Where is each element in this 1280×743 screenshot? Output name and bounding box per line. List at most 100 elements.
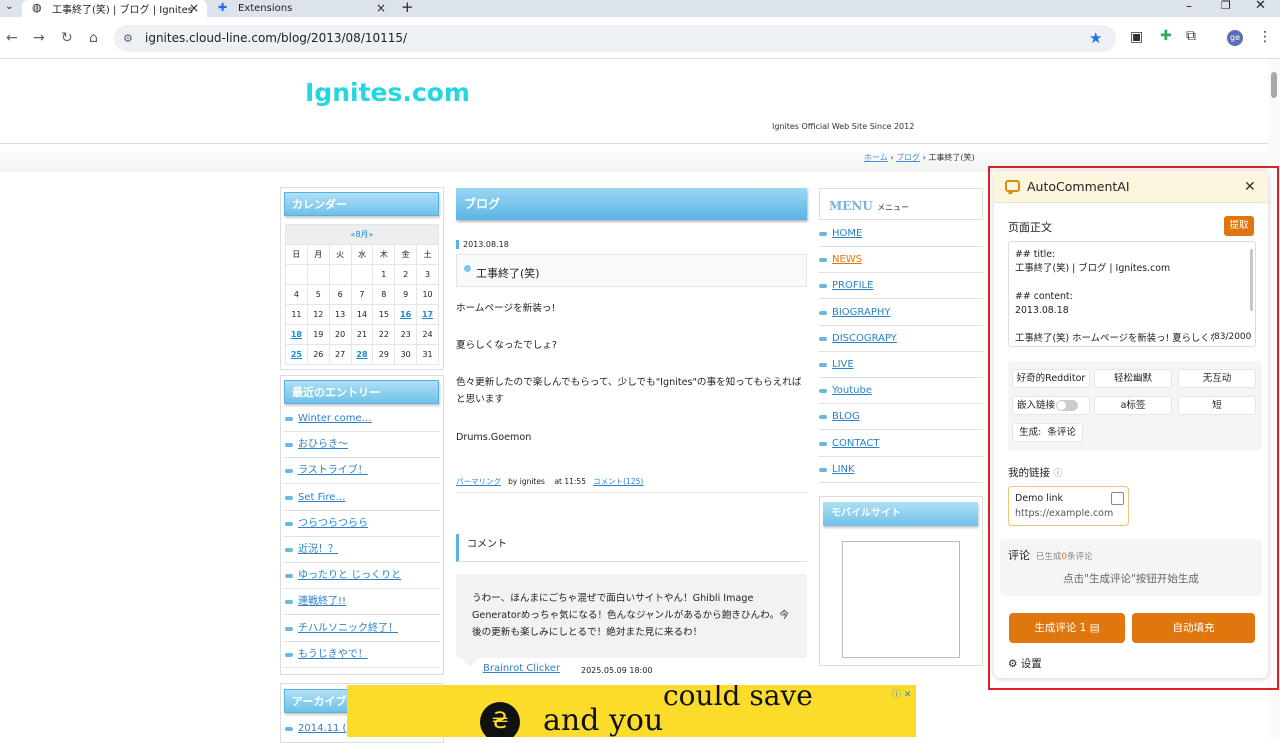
recent-entry-link[interactable]: つらつらつらら — [298, 518, 368, 529]
help-icon[interactable]: ⓘ — [1053, 469, 1062, 479]
recent-entry[interactable]: 連戦終了!! — [284, 589, 440, 616]
tab-blog[interactable]: ◍ 工事終了(笑) | ブログ | Ignites × — [22, 0, 207, 17]
ad-info-icon[interactable]: ⓘ ✕ — [892, 687, 911, 700]
recent-entry[interactable]: Winter come… — [284, 406, 440, 432]
menu-link[interactable]: Youtube — [832, 385, 872, 396]
archive-link[interactable]: 2014.11 ( — [298, 723, 346, 734]
extract-button[interactable]: 提取 — [1224, 216, 1254, 236]
mobile-qr-image[interactable] — [842, 541, 960, 658]
recent-entry[interactable]: おひらき〜 — [284, 432, 440, 459]
new-tab-button[interactable]: + — [401, 0, 414, 16]
style-option-curious-redditor[interactable]: 好奇的Redditor — [1012, 369, 1090, 388]
permalink-link[interactable]: パーマリンク — [456, 477, 501, 486]
breadcrumb-blog[interactable]: ブログ — [896, 153, 920, 162]
menu-item-live[interactable]: LIVE — [819, 352, 983, 378]
recent-entry-link[interactable]: Winter come… — [298, 413, 372, 424]
menu-link[interactable]: CONTACT — [832, 438, 879, 449]
autofill-button[interactable]: 自动填充 — [1132, 613, 1255, 643]
site-info-icon[interactable]: ⚙ — [123, 25, 133, 52]
post-title: 工事終了(笑) — [476, 267, 540, 280]
menu-kebab-icon[interactable]: ⋮ — [1258, 29, 1272, 45]
comments-link[interactable]: コメント(125) — [593, 477, 643, 486]
menu-item-youtube[interactable]: Youtube — [819, 378, 983, 405]
menu-item-biography[interactable]: BIOGRAPHY — [819, 300, 983, 326]
a-tag-option[interactable]: a标签 — [1094, 396, 1172, 415]
menu-item-home[interactable]: HOME — [819, 221, 983, 247]
style-option-humor[interactable]: 轻松幽默 — [1094, 369, 1172, 388]
menu-item-profile[interactable]: PROFILE — [819, 273, 983, 300]
calendar-month[interactable]: «8月» — [285, 224, 439, 245]
menu-link[interactable]: BIOGRAPHY — [832, 307, 890, 318]
tab-search-icon[interactable]: ⌄ — [5, 1, 13, 12]
recent-entry-link[interactable]: 近況！？ — [298, 544, 338, 555]
back-icon[interactable]: ← — [6, 30, 18, 46]
options-area: 好奇的Redditor 轻松幽默 无互动 嵌入链接 a标签 短 生成: 条评论 — [1008, 361, 1262, 451]
calendar-day-link[interactable]: 16 — [394, 304, 418, 325]
recent-entry-link[interactable]: ラストライブ！ — [298, 465, 368, 476]
calendar-day-link[interactable]: 25 — [285, 344, 308, 365]
ad-banner[interactable]: ₴ could save and you ⓘ ✕ — [347, 685, 916, 737]
tab-extensions[interactable]: ✚ Extensions × — [208, 0, 394, 17]
menu-item-news[interactable]: NEWS — [819, 247, 983, 274]
recent-entry[interactable]: もうじきやで！ — [284, 642, 440, 668]
recent-entry[interactable]: Set Fire… — [284, 485, 440, 511]
embed-link-toggle[interactable] — [1056, 400, 1078, 411]
recent-entry[interactable]: ラストライブ！ — [284, 458, 440, 485]
close-window-icon[interactable]: ✕ — [1255, 0, 1266, 13]
comment-author-link[interactable]: Brainrot Clicker — [483, 663, 560, 674]
recent-entry-link[interactable]: ゆったりと じっくりと — [298, 570, 401, 581]
profile-avatar[interactable]: ge — [1227, 30, 1243, 46]
calendar-day-link[interactable]: 18 — [285, 324, 308, 345]
settings-link[interactable]: ⚙ 设置 — [1008, 656, 1042, 671]
link-card[interactable]: Demo link https://example.com — [1008, 486, 1129, 526]
menu-item-link[interactable]: LINK — [819, 457, 983, 483]
site-title[interactable]: Ignites.com — [305, 78, 470, 107]
minimize-icon[interactable]: – — [1186, 0, 1192, 13]
recent-entries-title: 最近のエントリー — [284, 380, 439, 404]
recent-entry[interactable]: つらつらつらら — [284, 511, 440, 537]
embed-link-toggle-row[interactable]: 嵌入链接 — [1012, 396, 1090, 415]
reload-icon[interactable]: ↻ — [61, 30, 73, 46]
recent-entry-link[interactable]: 連戦終了!! — [298, 596, 346, 607]
generate-count-field[interactable]: 生成: 条评论 — [1012, 423, 1083, 442]
recent-entry[interactable]: 近況！？ — [284, 537, 440, 563]
length-option[interactable]: 短 — [1178, 396, 1256, 415]
recent-entry-link[interactable]: チハルソニック終了！ — [298, 623, 398, 634]
calendar-day-link[interactable]: 28 — [350, 344, 374, 365]
menu-link[interactable]: LINK — [832, 464, 855, 475]
bookmark-star-icon[interactable]: ★ — [1089, 25, 1102, 52]
close-tab-icon[interactable]: × — [376, 1, 386, 15]
menu-item-blog[interactable]: BLOG — [819, 404, 983, 431]
close-icon[interactable]: ✕ — [1244, 179, 1256, 195]
recent-entry[interactable]: ゆったりと じっくりと — [284, 563, 440, 590]
menu-link[interactable]: NEWS — [832, 254, 862, 265]
breadcrumb-home[interactable]: ホーム — [864, 153, 888, 162]
home-icon[interactable]: ⌂ — [89, 30, 98, 46]
forward-icon[interactable]: → — [33, 30, 45, 46]
recent-entry-link[interactable]: もうじきやで！ — [298, 649, 368, 660]
menu-item-discograpy[interactable]: DISCOGRAPY — [819, 326, 983, 352]
recent-entry-link[interactable]: おひらき〜 — [298, 439, 348, 450]
calendar-weekday: 土 — [416, 244, 439, 265]
address-bar[interactable]: ⚙ ignites.cloud-line.com/blog/2013/08/10… — [114, 25, 1116, 52]
restore-icon[interactable]: ❐ — [1221, 0, 1231, 12]
media-icon[interactable]: ▣ — [1130, 29, 1143, 45]
menu-item-contact[interactable]: CONTACT — [819, 431, 983, 457]
extension-plus-icon[interactable]: ✚ — [1160, 28, 1172, 44]
menu-link[interactable]: PROFILE — [832, 280, 873, 291]
calendar-day-link[interactable]: 17 — [416, 304, 439, 325]
extensions-icon[interactable]: ⧉ — [1186, 28, 1196, 44]
menu-link[interactable]: LIVE — [832, 359, 854, 370]
link-checkbox[interactable] — [1111, 492, 1124, 505]
menu-link[interactable]: HOME — [832, 228, 862, 239]
style-option-no-interaction[interactable]: 无互动 — [1178, 369, 1256, 388]
menu-link[interactable]: BLOG — [832, 411, 860, 422]
textarea-scrollbar[interactable] — [1250, 249, 1253, 311]
recent-entry-link[interactable]: Set Fire… — [298, 492, 345, 503]
calendar-day: 3 — [416, 264, 439, 285]
menu-link[interactable]: DISCOGRAPY — [832, 333, 897, 344]
close-tab-icon[interactable]: × — [189, 1, 199, 15]
recent-entry[interactable]: チハルソニック終了！ — [284, 616, 440, 642]
generate-comments-button[interactable]: 生成评论 1 ▤ — [1009, 613, 1125, 643]
scrollbar-thumb[interactable] — [1271, 72, 1277, 98]
